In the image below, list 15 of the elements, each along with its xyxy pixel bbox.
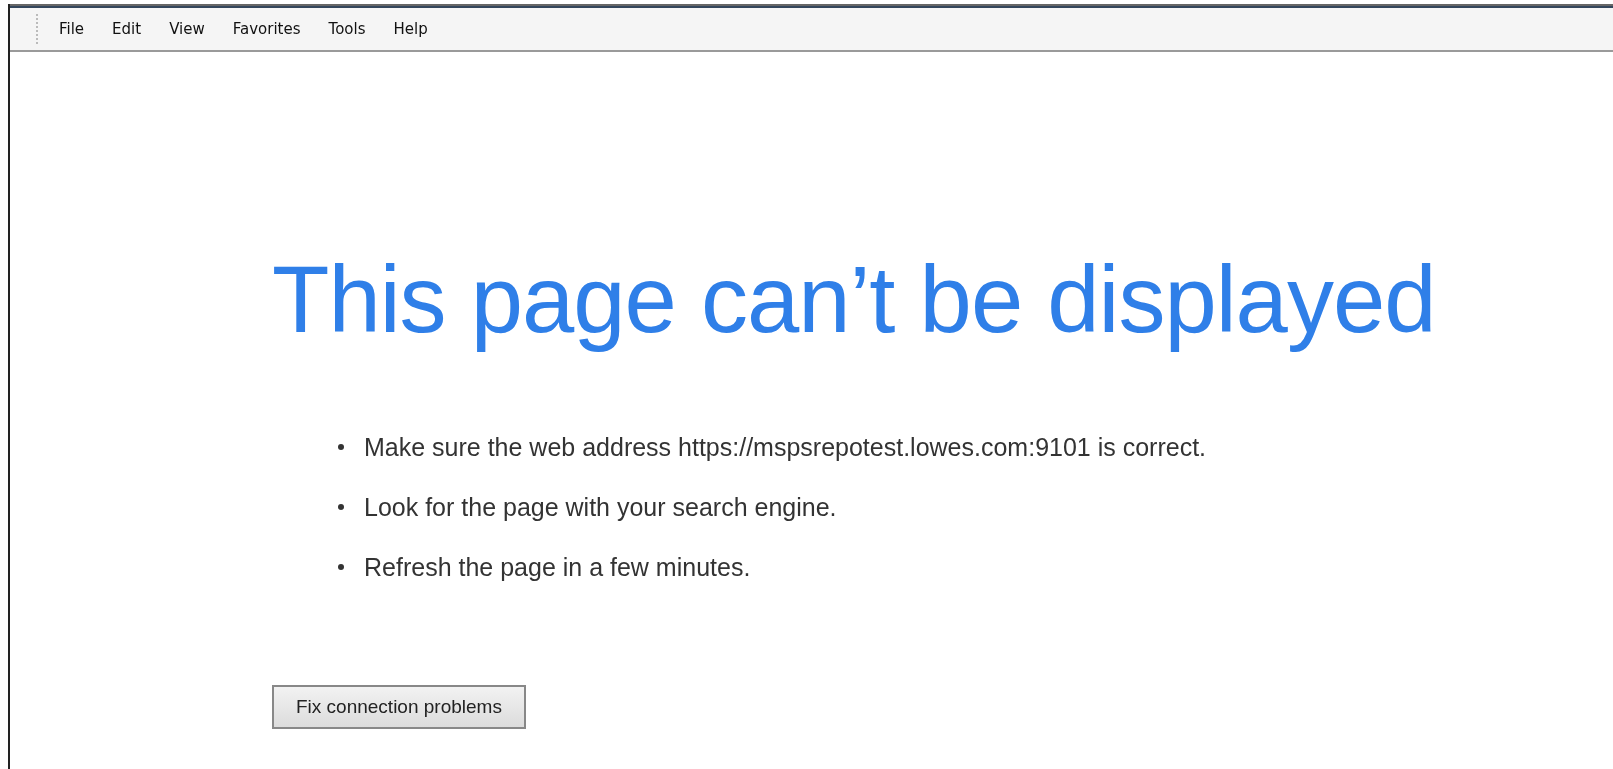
- bullet-icon: [338, 564, 344, 571]
- error-heading: This page can’t be displayed: [272, 248, 1437, 352]
- menu-item[interactable]: View: [155, 20, 219, 38]
- bullet-icon: [338, 444, 344, 451]
- suggestion-text: Make sure the web address https://mspsrepotest.lowes.com:9101 is correct.: [364, 432, 1207, 462]
- toolbar-grip[interactable]: [36, 14, 41, 44]
- menu-item[interactable]: Edit: [98, 20, 156, 38]
- suggestion-text: Refresh the page in a few minutes.: [364, 552, 751, 582]
- menu-item[interactable]: File: [45, 20, 99, 38]
- suggestion-text: Look for the page with your search engine.: [364, 492, 837, 522]
- fix-connection-button[interactable]: Fix connection problems: [272, 685, 526, 730]
- bullet-icon: [338, 504, 344, 511]
- menu-item[interactable]: Help: [379, 20, 442, 38]
- menu-item[interactable]: Favorites: [218, 20, 315, 38]
- menu-item[interactable]: Tools: [314, 20, 380, 38]
